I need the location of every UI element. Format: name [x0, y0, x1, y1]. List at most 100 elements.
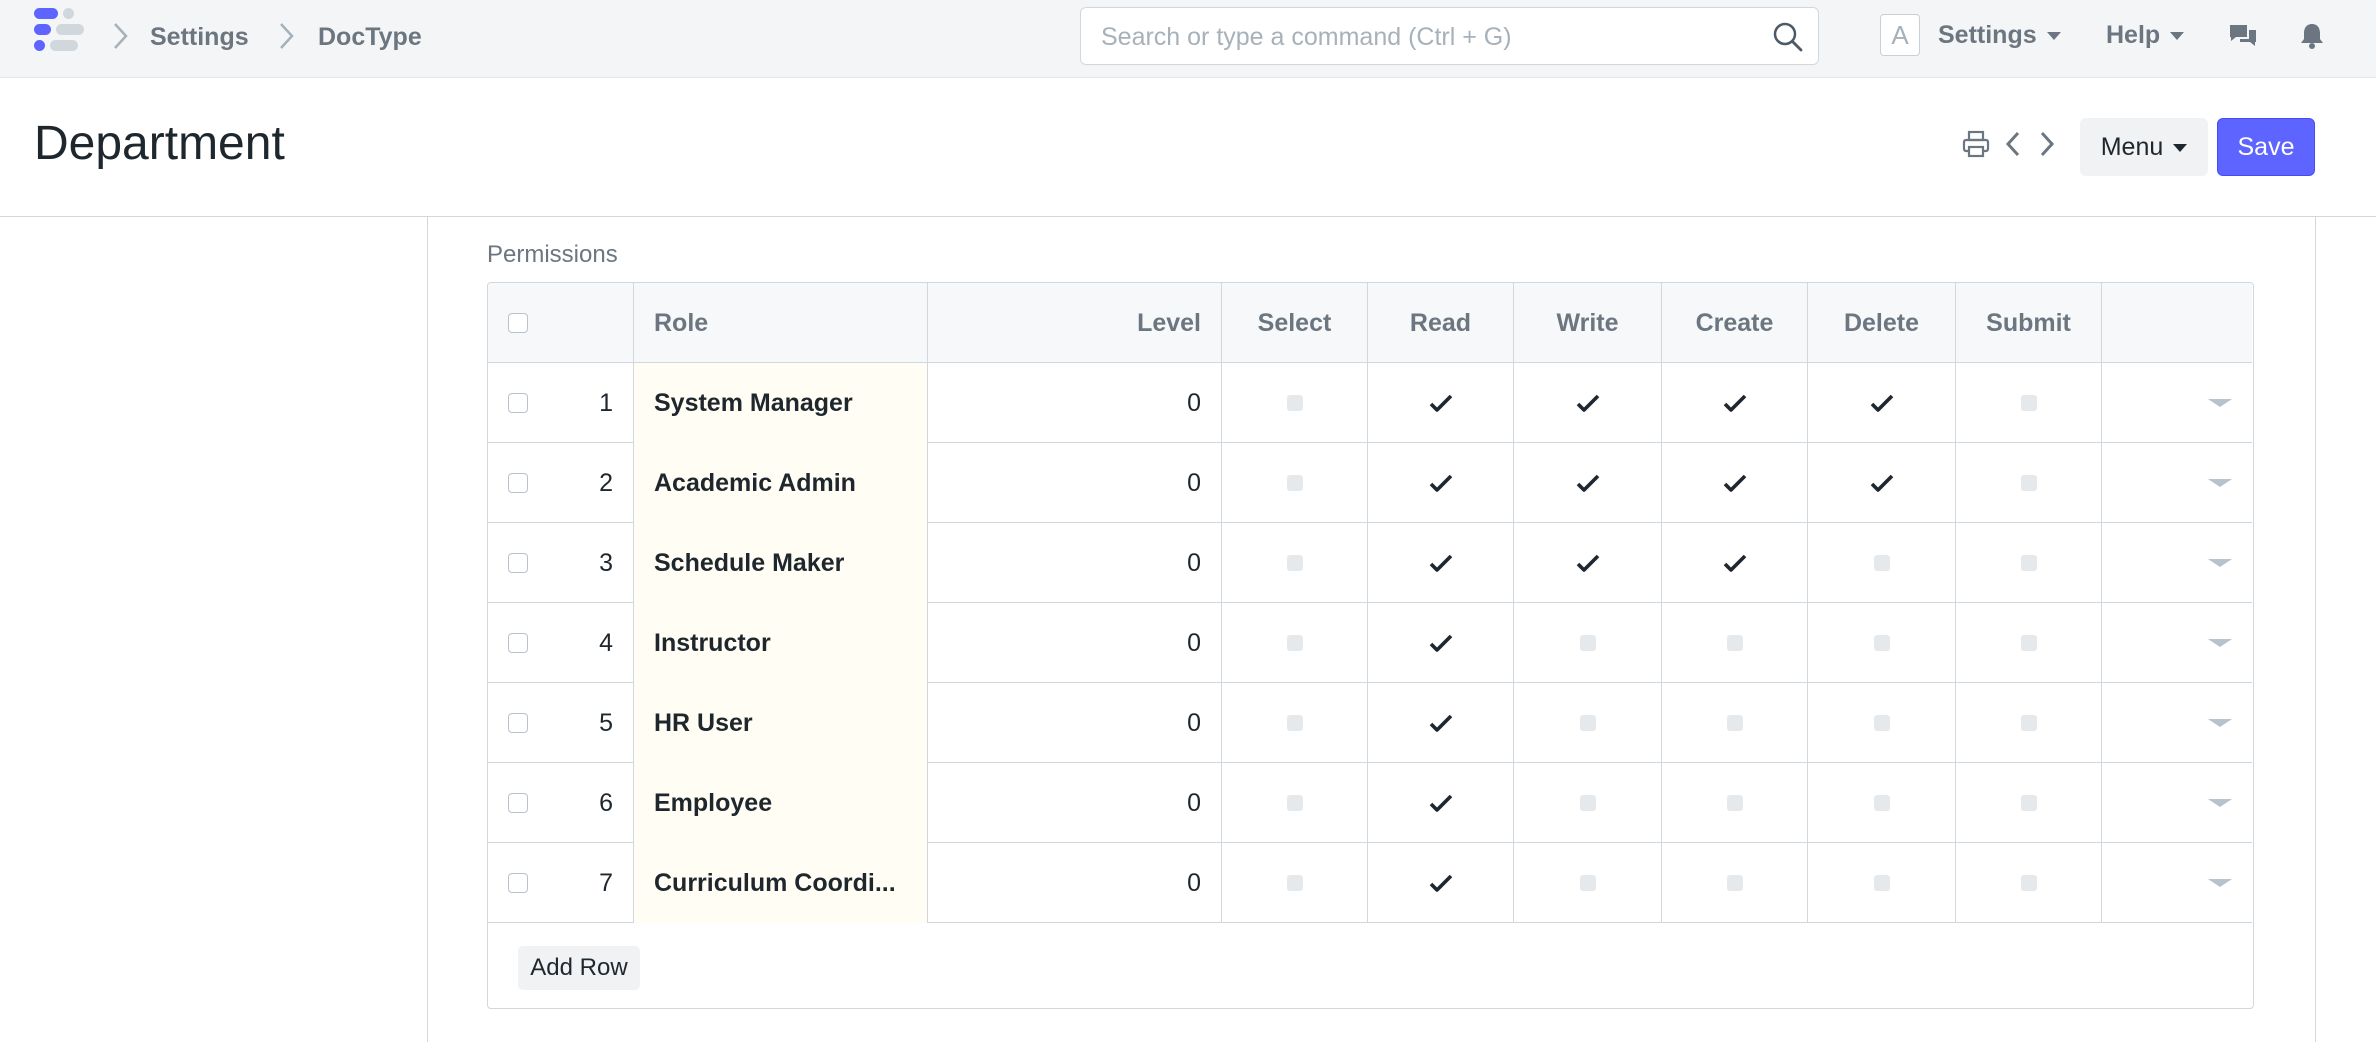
level-cell[interactable]: 0 [928, 763, 1222, 843]
row-edit-cell[interactable] [2102, 683, 2252, 763]
table-row[interactable]: 6 Employee 0 [488, 763, 2252, 843]
select-all-checkbox[interactable] [508, 313, 528, 333]
create-permission-cell[interactable] [1662, 523, 1808, 603]
submit-permission-cell[interactable] [1956, 603, 2102, 683]
create-permission-cell[interactable] [1662, 363, 1808, 443]
level-cell[interactable]: 0 [928, 443, 1222, 523]
level-cell[interactable]: 0 [928, 603, 1222, 683]
chat-icon[interactable] [2227, 20, 2259, 52]
row-edit-cell[interactable] [2102, 603, 2252, 683]
row-select-checkbox[interactable] [508, 793, 528, 813]
row-select-checkbox[interactable] [508, 393, 528, 413]
role-cell[interactable]: Academic Admin [634, 443, 928, 523]
add-row-button[interactable]: Add Row [518, 946, 640, 990]
submit-permission-cell[interactable] [1956, 763, 2102, 843]
row-select-checkbox[interactable] [508, 553, 528, 573]
select-permission-cell[interactable] [1222, 843, 1368, 923]
write-permission-cell[interactable] [1514, 683, 1662, 763]
role-cell[interactable]: Instructor [634, 603, 928, 683]
row-expand-chevron-icon[interactable] [2208, 799, 2232, 807]
submit-permission-cell[interactable] [1956, 443, 2102, 523]
select-permission-cell[interactable] [1222, 603, 1368, 683]
table-row[interactable]: 1 System Manager 0 [488, 363, 2252, 443]
row-expand-chevron-icon[interactable] [2208, 639, 2232, 647]
next-record-icon[interactable] [2030, 128, 2062, 160]
create-permission-cell[interactable] [1662, 763, 1808, 843]
select-permission-cell[interactable] [1222, 683, 1368, 763]
delete-permission-cell[interactable] [1808, 843, 1956, 923]
bell-icon[interactable] [2296, 20, 2328, 52]
delete-permission-cell[interactable] [1808, 523, 1956, 603]
app-logo-icon[interactable] [34, 8, 86, 60]
submit-permission-cell[interactable] [1956, 683, 2102, 763]
table-row[interactable]: 5 HR User 0 [488, 683, 2252, 763]
avatar[interactable]: A [1880, 14, 1920, 56]
row-expand-chevron-icon[interactable] [2208, 479, 2232, 487]
select-permission-cell[interactable] [1222, 523, 1368, 603]
select-permission-cell[interactable] [1222, 363, 1368, 443]
read-permission-cell[interactable] [1368, 603, 1514, 683]
write-permission-cell[interactable] [1514, 843, 1662, 923]
help-dropdown[interactable]: Help [2106, 18, 2185, 52]
write-permission-cell[interactable] [1514, 603, 1662, 683]
role-cell[interactable]: Employee [634, 763, 928, 843]
row-edit-cell[interactable] [2102, 763, 2252, 843]
role-cell[interactable]: System Manager [634, 363, 928, 443]
read-permission-cell[interactable] [1368, 523, 1514, 603]
delete-permission-cell[interactable] [1808, 683, 1956, 763]
submit-permission-cell[interactable] [1956, 523, 2102, 603]
role-cell[interactable]: Curriculum Coordi... [634, 843, 928, 923]
create-permission-cell[interactable] [1662, 843, 1808, 923]
level-cell[interactable]: 0 [928, 363, 1222, 443]
select-permission-cell[interactable] [1222, 443, 1368, 523]
read-permission-cell[interactable] [1368, 843, 1514, 923]
write-permission-cell[interactable] [1514, 523, 1662, 603]
print-icon[interactable] [1960, 128, 1992, 160]
menu-button[interactable]: Menu [2080, 118, 2208, 176]
row-edit-cell[interactable] [2102, 523, 2252, 603]
row-edit-cell[interactable] [2102, 843, 2252, 923]
save-button[interactable]: Save [2217, 118, 2315, 176]
read-permission-cell[interactable] [1368, 363, 1514, 443]
level-cell[interactable]: 0 [928, 523, 1222, 603]
delete-permission-cell[interactable] [1808, 763, 1956, 843]
delete-permission-cell[interactable] [1808, 443, 1956, 523]
row-expand-chevron-icon[interactable] [2208, 879, 2232, 887]
breadcrumb-settings[interactable]: Settings [150, 20, 249, 54]
read-permission-cell[interactable] [1368, 683, 1514, 763]
row-expand-chevron-icon[interactable] [2208, 559, 2232, 567]
row-edit-cell[interactable] [2102, 363, 2252, 443]
select-permission-cell[interactable] [1222, 763, 1368, 843]
row-select-checkbox[interactable] [508, 713, 528, 733]
table-row[interactable]: 4 Instructor 0 [488, 603, 2252, 683]
create-permission-cell[interactable] [1662, 443, 1808, 523]
delete-permission-cell[interactable] [1808, 363, 1956, 443]
row-select-checkbox[interactable] [508, 633, 528, 653]
write-permission-cell[interactable] [1514, 363, 1662, 443]
create-permission-cell[interactable] [1662, 603, 1808, 683]
table-row[interactable]: 3 Schedule Maker 0 [488, 523, 2252, 603]
row-edit-cell[interactable] [2102, 443, 2252, 523]
create-permission-cell[interactable] [1662, 683, 1808, 763]
submit-permission-cell[interactable] [1956, 363, 2102, 443]
previous-record-icon[interactable] [1998, 128, 2030, 160]
read-permission-cell[interactable] [1368, 443, 1514, 523]
row-select-checkbox[interactable] [508, 473, 528, 493]
level-cell[interactable]: 0 [928, 683, 1222, 763]
submit-permission-cell[interactable] [1956, 843, 2102, 923]
row-select-checkbox[interactable] [508, 873, 528, 893]
role-cell[interactable]: HR User [634, 683, 928, 763]
search-input[interactable]: Search or type a command (Ctrl + G) [1080, 7, 1819, 65]
level-cell[interactable]: 0 [928, 843, 1222, 923]
table-row[interactable]: 7 Curriculum Coordi... 0 [488, 843, 2252, 923]
table-row[interactable]: 2 Academic Admin 0 [488, 443, 2252, 523]
row-expand-chevron-icon[interactable] [2208, 399, 2232, 407]
role-cell[interactable]: Schedule Maker [634, 523, 928, 603]
write-permission-cell[interactable] [1514, 443, 1662, 523]
row-expand-chevron-icon[interactable] [2208, 719, 2232, 727]
delete-permission-cell[interactable] [1808, 603, 1956, 683]
settings-dropdown[interactable]: Settings [1938, 18, 2061, 52]
write-permission-cell[interactable] [1514, 763, 1662, 843]
read-permission-cell[interactable] [1368, 763, 1514, 843]
breadcrumb-doctype[interactable]: DocType [318, 20, 422, 54]
